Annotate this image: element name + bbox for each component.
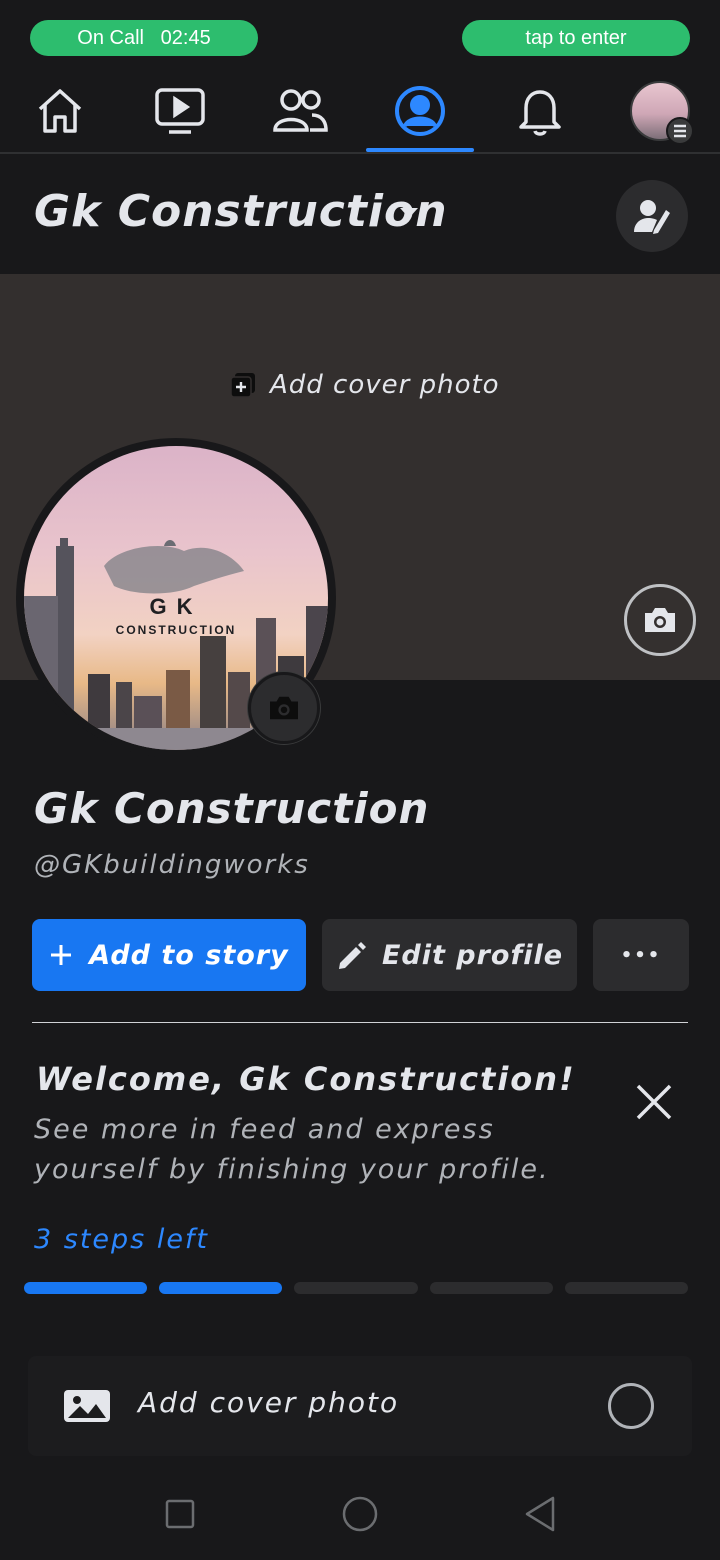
profile-name: Gk Construction <box>34 784 430 833</box>
add-cover-label: Add cover photo <box>270 370 500 400</box>
chevron-down-icon[interactable] <box>400 208 418 218</box>
image-icon <box>64 1390 110 1422</box>
profile-handle: @GKbuildingworks <box>34 850 310 880</box>
edit-user-button[interactable] <box>616 180 688 252</box>
avatar-menu-icon <box>666 117 694 145</box>
progress-segment <box>294 1282 418 1294</box>
user-edit-icon <box>634 200 670 234</box>
task-add-cover-photo[interactable]: Add cover photo <box>28 1356 692 1456</box>
more-icon: ••• <box>620 944 662 966</box>
bell-icon <box>519 90 561 136</box>
call-time: 02:45 <box>160 26 211 49</box>
pencil-icon <box>338 942 366 969</box>
square-icon <box>165 1499 195 1529</box>
back-button[interactable] <box>518 1492 562 1536</box>
home-button[interactable] <box>338 1492 382 1536</box>
profile-camera-button[interactable] <box>248 672 320 744</box>
top-nav-bar <box>0 70 720 154</box>
nav-home[interactable] <box>0 70 120 152</box>
add-to-story-button[interactable]: Add to story <box>32 919 306 991</box>
task-checkbox[interactable] <box>608 1383 654 1429</box>
system-nav-bar <box>0 1470 720 1560</box>
close-icon <box>636 1084 672 1120</box>
close-welcome-button[interactable] <box>630 1078 678 1126</box>
nav-profile[interactable] <box>360 70 480 152</box>
logo-construction: CONSTRUCTION <box>115 623 237 637</box>
edit-profile-button[interactable]: Edit profile <box>322 919 577 991</box>
recents-button[interactable] <box>158 1492 202 1536</box>
nav-menu[interactable] <box>600 70 720 152</box>
nav-watch[interactable] <box>120 70 240 152</box>
page-title[interactable]: Gk Construction <box>34 186 448 237</box>
camera-icon <box>645 608 675 632</box>
tap-to-enter-pill[interactable]: tap to enter <box>462 20 690 56</box>
progress-segment <box>159 1282 283 1294</box>
nav-notifications[interactable] <box>480 70 600 152</box>
watch-icon <box>155 88 205 134</box>
edit-profile-label: Edit profile <box>381 939 564 971</box>
tap-label: tap to enter <box>525 26 627 49</box>
profile-icon <box>395 86 445 136</box>
progress-segment <box>564 1282 689 1294</box>
add-to-story-label: Add to story <box>89 939 289 971</box>
more-options-button[interactable]: ••• <box>593 919 689 991</box>
friends-icon <box>273 89 328 132</box>
profile-progress-bar <box>24 1282 689 1294</box>
steps-left-label: 3 steps left <box>34 1224 210 1255</box>
cover-camera-button[interactable] <box>624 584 696 656</box>
home-icon <box>38 89 82 133</box>
add-cover-photo-link[interactable]: Add cover photo <box>230 370 500 400</box>
camera-icon <box>270 696 298 720</box>
nav-friends[interactable] <box>240 70 360 152</box>
welcome-body: See more in feed and express yourself by… <box>34 1114 550 1185</box>
progress-segment <box>24 1282 148 1294</box>
plus-icon <box>51 945 72 965</box>
circle-icon <box>342 1496 378 1532</box>
nav-active-indicator <box>366 148 474 152</box>
progress-segment <box>429 1282 553 1294</box>
add-photo-icon <box>230 373 255 398</box>
logo-gk: GK <box>149 594 203 619</box>
nav-avatar <box>630 81 694 145</box>
profile-header: Gk Construction <box>0 156 720 274</box>
on-call-pill[interactable]: On Call 02:45 <box>30 20 258 56</box>
call-label: On Call <box>77 26 144 49</box>
welcome-title: Welcome, Gk Construction! <box>36 1060 576 1098</box>
task-label: Add cover photo <box>138 1386 400 1419</box>
section-divider <box>32 1022 688 1023</box>
back-triangle-icon <box>525 1496 555 1532</box>
